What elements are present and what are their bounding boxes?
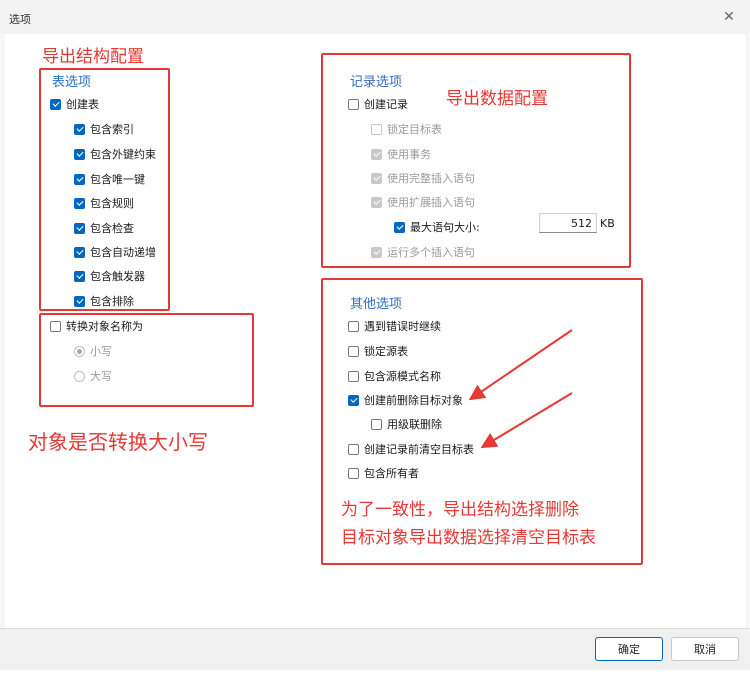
- arrow-to-truncate-before-record: [480, 392, 573, 449]
- arrow-to-drop-before-create: [468, 329, 573, 401]
- ok-button[interactable]: 确定: [595, 637, 663, 661]
- options-dialog: 选项 ✕ 表选项 创建表 包含索引 包含外键约束 包含唯一键 包含规则 包含检查…: [0, 0, 750, 675]
- dialog-footer: 确定 取消: [0, 628, 750, 671]
- bottom-edge: [0, 670, 750, 675]
- annotation-arrows: [468, 329, 573, 449]
- cancel-button[interactable]: 取消: [671, 637, 739, 661]
